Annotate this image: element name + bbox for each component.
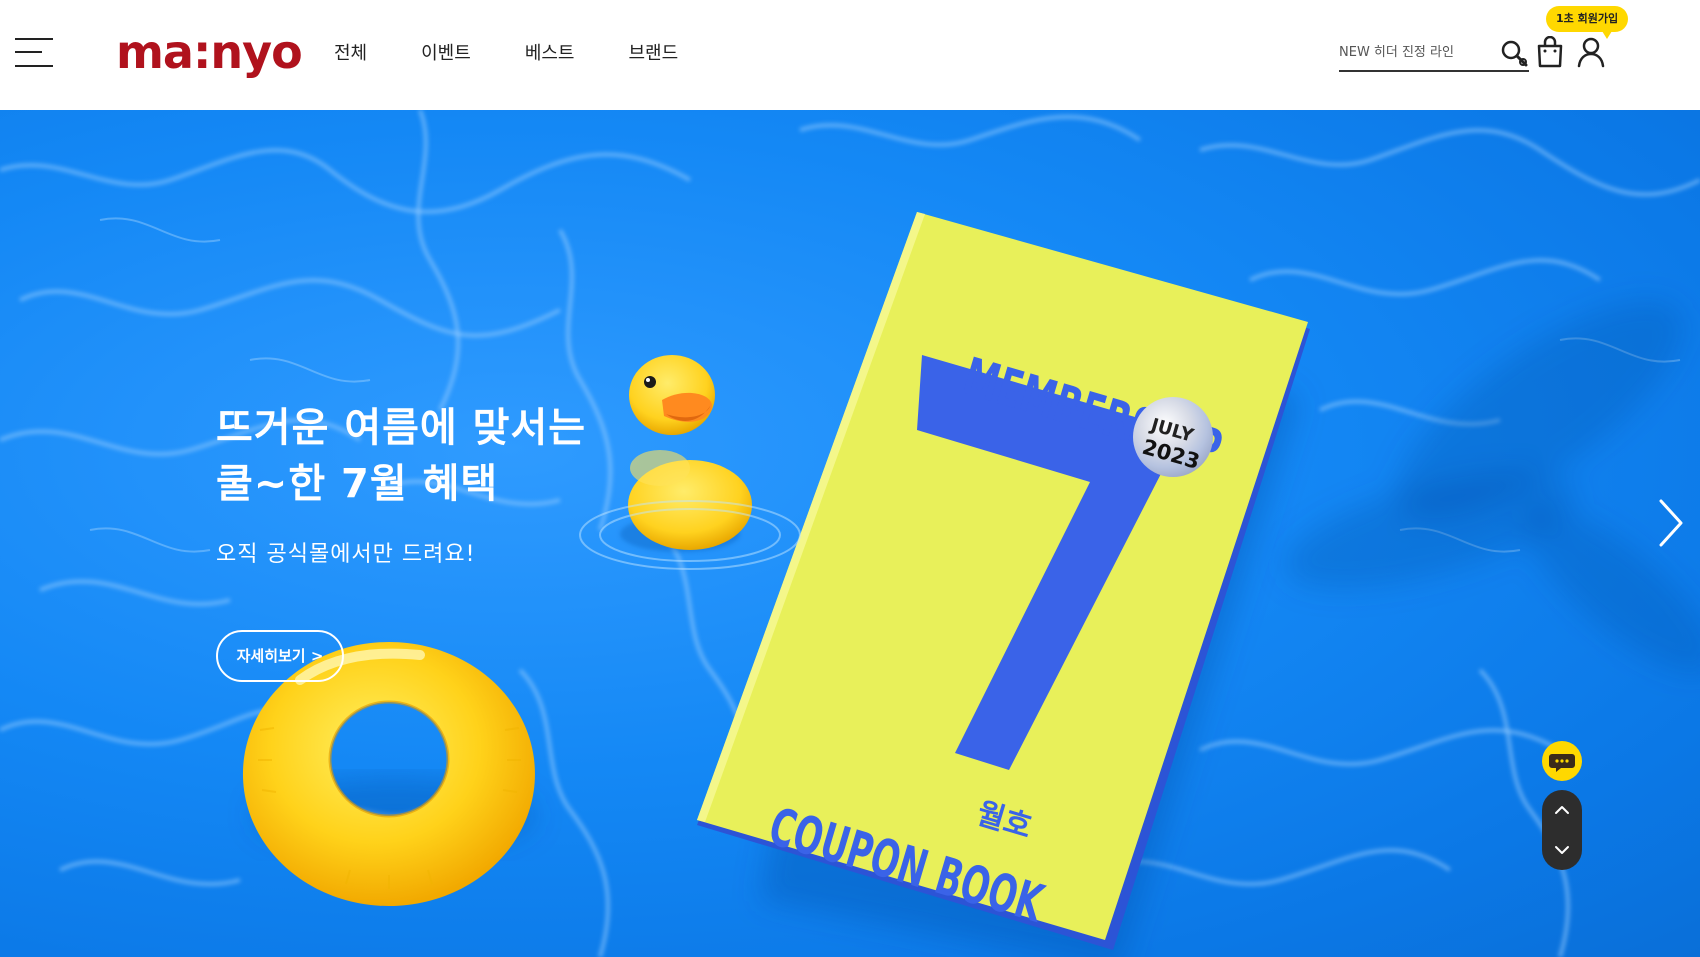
scroll-controls	[1542, 790, 1582, 870]
chevron-up-icon[interactable]	[1542, 790, 1582, 830]
chat-bubble-icon	[1549, 754, 1575, 772]
search-bar	[1339, 36, 1529, 72]
main-nav: 전체 이벤트 베스트 브랜드	[334, 42, 732, 66]
user-icon[interactable]	[1576, 36, 1606, 68]
hero-headline-line-1: 뜨거운 여름에 맞서는	[216, 405, 587, 451]
rubber-duck-image	[579, 355, 801, 570]
search-input[interactable]	[1339, 40, 1489, 64]
nav-item-brand[interactable]: 브랜드	[629, 42, 679, 66]
brand-logo[interactable]: ma:nyo	[116, 26, 303, 78]
pool-water-background: MEMBERSHIP COUPON BOOK 월호 JULY 2023	[0, 110, 1700, 957]
hero-banner[interactable]: MEMBERSHIP COUPON BOOK 월호 JULY 2023	[0, 110, 1700, 957]
chevron-down-icon[interactable]	[1542, 830, 1582, 870]
site-header: ma:nyo 전체 이벤트 베스트 브랜드 1초 회원가입	[0, 0, 1700, 110]
shopping-bag-icon[interactable]	[1536, 36, 1564, 68]
signup-badge[interactable]: 1초 회원가입	[1546, 6, 1629, 39]
nav-item-all[interactable]: 전체	[334, 42, 367, 66]
hero-subtitle: 오직 공식몰에서만 드려요!	[216, 542, 476, 567]
chat-button[interactable]	[1542, 741, 1582, 781]
nav-item-event[interactable]: 이벤트	[421, 42, 471, 66]
hero-headline-line-2: 쿨~한 7월 혜택	[216, 461, 499, 507]
hamburger-menu-icon[interactable]	[15, 38, 53, 68]
hero-headline: 뜨거운 여름에 맞서는 쿨~한 7월 혜택	[216, 400, 586, 512]
nav-item-best[interactable]: 베스트	[525, 42, 575, 66]
july-2023-sticker: JULY 2023	[1133, 397, 1213, 477]
search-icon[interactable]	[1499, 38, 1529, 68]
chevron-right-icon[interactable]	[1655, 495, 1687, 551]
view-details-button[interactable]: 자세히보기 >	[216, 630, 344, 682]
